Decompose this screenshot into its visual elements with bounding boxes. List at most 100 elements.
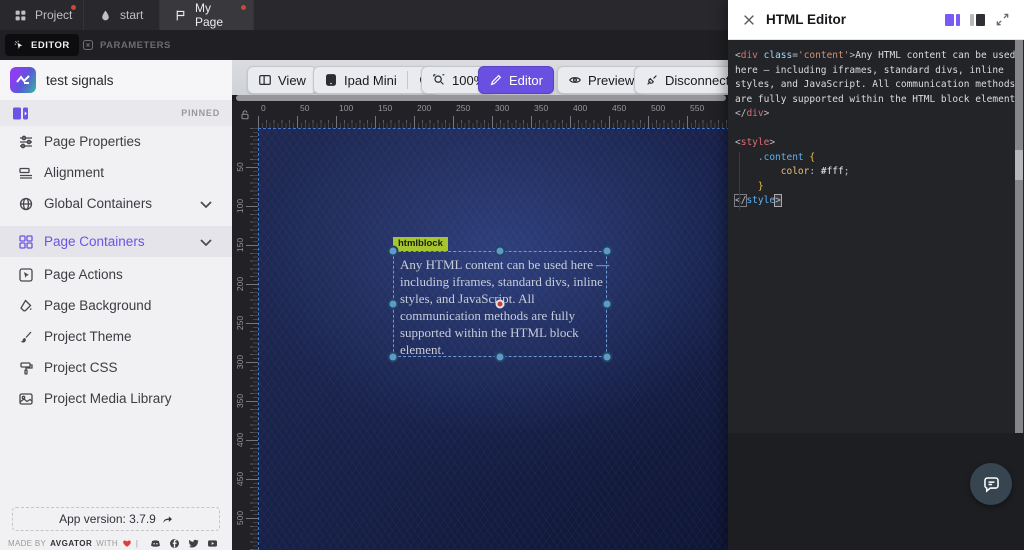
waveform-logo-icon (15, 72, 31, 88)
chevron-down-icon (198, 196, 214, 212)
tab-my-page[interactable]: My Page (160, 0, 254, 30)
resize-handle-ne[interactable] (602, 246, 613, 257)
sidebar-item-project-css[interactable]: Project CSS (0, 352, 232, 383)
share-arrow-icon (162, 514, 173, 525)
footer-divider: | (136, 539, 138, 548)
discord-icon[interactable] (150, 538, 161, 549)
selected-block-tag: htmlblock (393, 237, 448, 251)
twitter-icon[interactable] (188, 538, 199, 549)
sidebar-item-label: Project Theme (44, 329, 132, 344)
code-scrollbar[interactable] (1015, 40, 1023, 433)
plug-icon (645, 73, 659, 87)
resize-handle-s[interactable] (495, 352, 506, 363)
tablet-icon (324, 73, 338, 87)
sidebar-item-label: Page Properties (44, 134, 141, 149)
youtube-icon[interactable] (207, 538, 218, 549)
ruler-lock-corner[interactable] (232, 101, 258, 128)
preview-button[interactable]: Preview (557, 66, 645, 94)
device-selector[interactable]: Ipad Mini (313, 66, 439, 94)
zoom-search-icon (432, 73, 446, 87)
expand-icon[interactable] (995, 12, 1010, 27)
editor-tab-label: Editor (509, 73, 543, 88)
sidebar-item-label: Alignment (44, 165, 104, 180)
close-icon[interactable] (742, 13, 756, 27)
made-by-label: MADE BY (8, 539, 46, 548)
disconnect-label: Disconnect (665, 73, 729, 88)
sidebar-item-label: Page Background (44, 298, 151, 313)
view-button[interactable]: View (247, 66, 317, 94)
eye-icon (568, 73, 582, 87)
sidebar-item-label: Page Actions (44, 267, 123, 282)
resize-handle-se[interactable] (602, 352, 613, 363)
resize-handle-e[interactable] (602, 299, 613, 310)
panel-header: HTML Editor (728, 0, 1024, 40)
list-view-icon[interactable] (970, 12, 986, 28)
cursor-click-icon (14, 40, 25, 51)
parameters-mode-label: PARAMETERS (100, 40, 171, 51)
sidebar-item-label: Page Containers (44, 234, 145, 249)
paint-roller-icon (18, 360, 34, 376)
ruler-left: 50100150200250300350400450500550 (232, 128, 258, 550)
view-label: View (278, 73, 306, 88)
block-center-anchor[interactable] (496, 300, 505, 309)
grid-icon (14, 9, 27, 22)
unsaved-indicator (71, 5, 76, 10)
resize-handle-sw[interactable] (388, 352, 399, 363)
panel-header-icons (945, 12, 1010, 28)
tab-start[interactable]: start (85, 0, 160, 30)
tab-label: Project (35, 8, 72, 22)
lock-icon (239, 109, 251, 121)
sidebar-item-alignment[interactable]: Alignment (0, 157, 232, 188)
editor-mode-button[interactable]: EDITOR (5, 34, 79, 56)
editor-mode-label: EDITOR (31, 40, 70, 51)
code-editor[interactable]: <div class='content'>Any HTML content ca… (728, 40, 1024, 433)
sidebar-item-label: Project CSS (44, 360, 118, 375)
split-view-icon[interactable] (945, 12, 961, 28)
sidebar-item-page-containers[interactable]: Page Containers (0, 226, 232, 257)
sidebar-item-page-properties[interactable]: Page Properties (0, 126, 232, 157)
left-sidebar: test signals PINNED Page Properties Alig… (0, 60, 232, 550)
sidebar-item-page-actions[interactable]: Page Actions (0, 259, 232, 290)
editor-tab-button[interactable]: Editor (478, 66, 554, 94)
sidebar-item-project-theme[interactable]: Project Theme (0, 321, 232, 352)
device-label: Ipad Mini (344, 73, 397, 88)
project-name: test signals (46, 73, 114, 88)
html-editor-panel: HTML Editor <div class='content'>Any HTM… (728, 0, 1024, 550)
containers-grid-icon (18, 234, 34, 250)
panel-title: HTML Editor (766, 12, 846, 27)
resize-handle-nw[interactable] (388, 246, 399, 257)
paint-bucket-icon (18, 298, 34, 314)
pencil-icon (489, 73, 503, 87)
cursor-box-icon (18, 267, 34, 283)
sidebar-item-project-media-library[interactable]: Project Media Library (0, 383, 232, 414)
sidebar-footer: MADE BY AVGATOR WITH | (8, 537, 226, 549)
app-logo (10, 67, 36, 93)
app-version-label: App version: 3.7.9 (59, 512, 156, 526)
facebook-icon[interactable] (169, 538, 180, 549)
flag-icon (174, 9, 187, 22)
sidebar-header: test signals (0, 60, 232, 100)
resize-handle-n[interactable] (495, 246, 506, 257)
alignment-icon (18, 165, 34, 181)
tab-label: start (120, 8, 143, 22)
sidebar-pin-icon[interactable] (12, 106, 29, 121)
parameters-mode-button[interactable]: PARAMETERS (76, 34, 177, 56)
sidebar-item-global-containers[interactable]: Global Containers (0, 188, 232, 219)
app-version-button[interactable]: App version: 3.7.9 (12, 507, 220, 531)
app-window: Project start My Page EDITOR PARAMETERS … (0, 0, 1024, 550)
globe-icon (18, 196, 34, 212)
tab-project[interactable]: Project (0, 0, 84, 30)
unsaved-indicator (241, 5, 246, 10)
chat-support-button[interactable] (970, 463, 1012, 505)
social-links (150, 538, 218, 549)
sidebar-item-label: Global Containers (44, 196, 152, 211)
ruler-top: 050100150200250300350400450500550 (258, 101, 728, 128)
sidebar-item-page-background[interactable]: Page Background (0, 290, 232, 321)
preview-label: Preview (588, 73, 634, 88)
divider (407, 71, 408, 89)
code-scrollbar-thumb[interactable] (1015, 150, 1023, 180)
image-icon (18, 391, 34, 407)
with-label: WITH (96, 539, 118, 548)
resize-handle-w[interactable] (388, 299, 399, 310)
brand-label[interactable]: AVGATOR (50, 539, 92, 548)
